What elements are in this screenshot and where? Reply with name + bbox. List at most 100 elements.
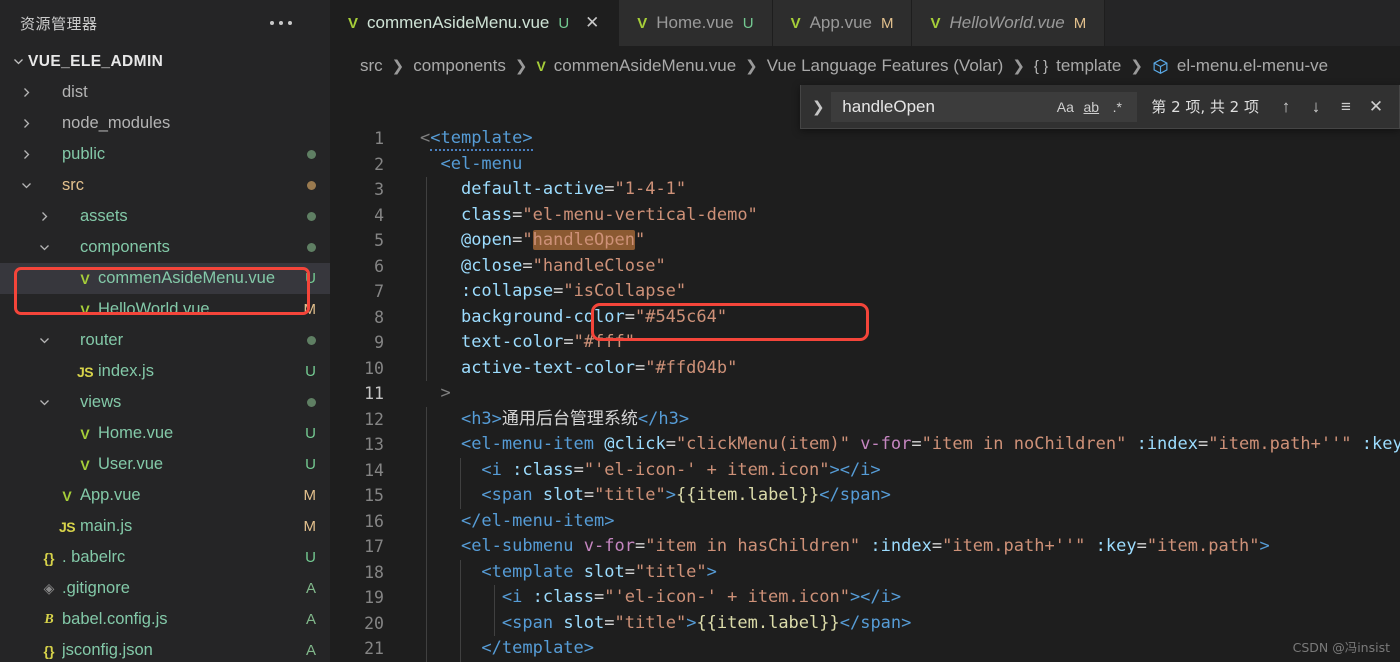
tree-item-main-js[interactable]: JS main.js M xyxy=(0,511,330,542)
file-tree: VUE_ELE_ADMIN dist node_modules public src a… xyxy=(0,46,330,662)
line-number: 1 xyxy=(374,129,384,148)
line-content: default-active="1-4-1" xyxy=(400,177,686,203)
tree-item-dist[interactable]: dist xyxy=(0,77,330,108)
explorer-more-actions-icon[interactable] xyxy=(270,21,316,25)
breadcrumb-label: commenAsideMenu.vue xyxy=(553,56,737,75)
find-in-selection-icon[interactable]: ≡ xyxy=(1331,94,1361,120)
tree-item-router[interactable]: router xyxy=(0,325,330,356)
tree-item-app-vue[interactable]: V App.vue M xyxy=(0,480,330,511)
find-close-icon[interactable]: ✕ xyxy=(1361,94,1391,120)
babel-file-icon: B xyxy=(44,611,54,627)
tok-index-value: "item.path+''" xyxy=(1208,434,1352,454)
code-line-21: 21 </template> xyxy=(330,636,1400,662)
tree-item-public[interactable]: public xyxy=(0,139,330,170)
line-content: <span slot="title">{{item.label}}</span> xyxy=(400,483,891,509)
tok-class: :class xyxy=(512,459,574,480)
find-previous-icon[interactable]: ↑ xyxy=(1271,94,1301,120)
tab-label: HelloWorld.vue xyxy=(949,13,1065,32)
line-number: 5 xyxy=(374,231,384,250)
line-content: <el-menu xyxy=(400,152,522,178)
tree-item-label: components xyxy=(80,238,170,256)
use-regex-icon[interactable]: .* xyxy=(1104,96,1130,118)
code-editor[interactable]: 1 <<template> 2 <el-menu 3 default-activ… xyxy=(330,126,1400,662)
tok-h3-open: <h3> xyxy=(460,408,502,429)
tree-item-user-vue[interactable]: V User.vue U xyxy=(0,449,330,480)
git-status-badge: U xyxy=(305,270,316,287)
breadcrumb-item-commenasidemenu-vue[interactable]: VcommenAsideMenu.vue xyxy=(536,56,736,76)
tok-click-attr: @click xyxy=(604,434,666,454)
match-case-icon[interactable]: Aa xyxy=(1052,96,1078,118)
find-input-value: handleOpen xyxy=(842,96,935,116)
editor-tab-home-vue[interactable]: V Home.vue U xyxy=(619,0,773,46)
watermark: CSDN @冯insist xyxy=(1292,640,1390,655)
git-file-icon: ◈ xyxy=(43,580,55,596)
folder-status-dot xyxy=(307,150,316,159)
breadcrumb-item-template[interactable]: { } template xyxy=(1034,56,1121,76)
tree-item-label: router xyxy=(80,331,124,349)
vue-file-icon: V xyxy=(536,58,546,74)
editor-tab-commenasidemenu-vue[interactable]: VcommenAsideMenu.vue U ✕ xyxy=(330,0,620,46)
git-status-badge: M xyxy=(303,487,317,504)
line-number: 9 xyxy=(374,333,384,352)
toggle-replace-chevron-right-icon[interactable]: ❯ xyxy=(805,98,831,116)
tree-item-gitignore[interactable]: ◈ .gitignore A xyxy=(0,573,330,604)
tree-item-commenasidemenu-vue[interactable]: VcommenAsideMenu.vue U xyxy=(0,263,330,294)
breadcrumb-item-el-menu-el-menu-ve[interactable]: el-menu.el-menu-ve xyxy=(1152,56,1328,76)
vue-file-icon: V xyxy=(80,270,90,287)
braces-symbol-icon: { } xyxy=(1033,57,1049,75)
breadcrumb-item-src[interactable]: src xyxy=(360,56,383,76)
tree-item-label: dist xyxy=(62,83,88,101)
line-content: </el-menu-item> xyxy=(400,508,615,534)
tree-item-helloworld-vue[interactable]: V HelloWorld.vue M xyxy=(0,294,330,325)
vue-file-icon: V xyxy=(348,14,359,32)
breadcrumb-item-components[interactable]: components xyxy=(413,56,506,76)
line-content: <i :class="'el-icon-' + item.icon"></i> xyxy=(400,457,881,483)
find-match-count: 第 2 项, 共 2 项 xyxy=(1151,98,1259,116)
find-widget: ❯ handleOpen Aa ab .* 第 2 项, 共 2 项 ↑ ↓ ≡… xyxy=(800,85,1400,129)
git-status-badge: U xyxy=(305,549,316,566)
tree-item-index-js[interactable]: JS index.js U xyxy=(0,356,330,387)
tok-key: :key xyxy=(1095,536,1137,556)
code-line-15: 15 <span slot="title">{{item.label}}</sp… xyxy=(330,483,1400,509)
tree-item-jsconfig-json[interactable]: {} jsconfig.json A xyxy=(0,635,330,662)
vscode-window: 资源管理器 VUE_ELE_ADMIN dist node_modules publ… xyxy=(0,0,1400,662)
find-next-icon[interactable]: ↓ xyxy=(1301,94,1331,120)
tree-item-babel-config-js[interactable]: Bbabel.config.js A xyxy=(0,604,330,635)
line-number: 18 xyxy=(364,562,384,582)
tree-root-vue-ele-admin[interactable]: VUE_ELE_ADMIN xyxy=(0,46,330,77)
line-content: <el-submenu v-for="item in hasChildren" … xyxy=(400,534,1270,560)
tree-item-components[interactable]: components xyxy=(0,232,330,263)
vue-file-icon: V xyxy=(930,14,941,32)
line-content: > xyxy=(400,381,450,407)
tok-key-value: "item.path" xyxy=(1146,536,1260,556)
tree-item-babelrc[interactable]: {} . babelrc U xyxy=(0,542,330,573)
tree-item-views[interactable]: views xyxy=(0,387,330,418)
tree-item-src[interactable]: src xyxy=(0,170,330,201)
tok-value: "el-menu-vertical-demo" xyxy=(522,204,758,225)
folder-status-dot xyxy=(307,212,316,221)
breadcrumb-label: Vue Language Features (Volar) xyxy=(766,56,1004,75)
tok-index: :index xyxy=(870,536,932,556)
tree-item-assets[interactable]: assets xyxy=(0,201,330,232)
line-content: <span slot="title">{{item.label}}</span> xyxy=(400,610,912,636)
tree-item-label: . babelrc xyxy=(62,548,126,566)
code-line-11: 11 > xyxy=(330,381,1400,407)
editor-tab-helloworld-vue[interactable]: V HelloWorld.vue M xyxy=(912,0,1106,46)
whole-word-icon[interactable]: ab xyxy=(1078,96,1104,118)
tok-el-menu-item-close: </el-menu-item> xyxy=(460,510,615,531)
tok-i-close: ></i> xyxy=(849,587,902,607)
tree-item-home-vue[interactable]: V Home.vue U xyxy=(0,418,330,449)
breadcrumb-separator-icon: ❯ xyxy=(514,58,528,75)
tab-label: Home.vue xyxy=(656,13,734,32)
editor-tab-app-vue[interactable]: V App.vue M xyxy=(772,0,913,46)
tab-close-icon[interactable]: ✕ xyxy=(584,13,600,33)
line-content: </template> xyxy=(400,636,594,662)
breadcrumb-item-vue-language-features-volar[interactable]: Vue Language Features (Volar) xyxy=(767,56,1004,76)
code-line-2: 2 <el-menu xyxy=(330,152,1400,178)
vue-file-icon: V xyxy=(80,425,90,442)
tree-item-label: HelloWorld.vue xyxy=(98,300,210,318)
find-input[interactable]: handleOpen Aa ab .* xyxy=(831,91,1138,122)
line-number: 16 xyxy=(364,511,384,531)
tok-span-close: </span> xyxy=(839,612,912,633)
tree-item-node-modules[interactable]: node_modules xyxy=(0,108,330,139)
